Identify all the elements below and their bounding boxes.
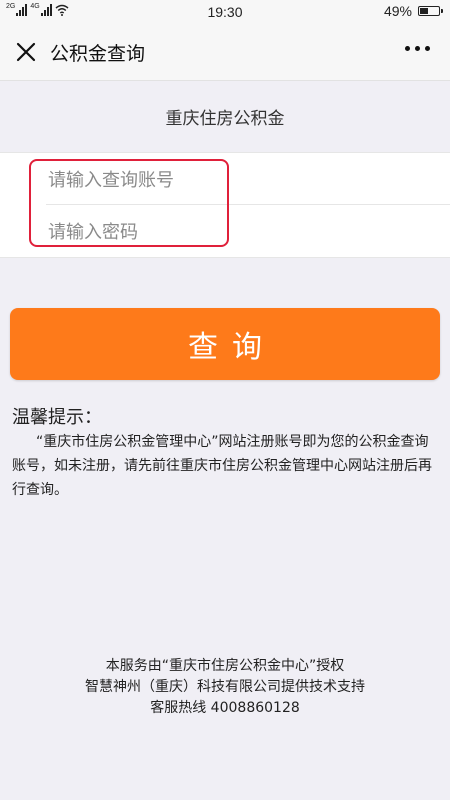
more-icon-dot <box>415 46 420 51</box>
footer-authorization: 本服务由“重庆市住房公积金中心”授权 <box>105 658 345 674</box>
battery-icon <box>418 6 443 16</box>
more-button[interactable] <box>405 46 430 51</box>
footer: 本服务由“重庆市住房公积金中心”授权 智慧神州（重庆）科技有限公司提供技术支持 … <box>0 656 450 719</box>
navigation-bar: 公积金查询 <box>0 24 450 81</box>
account-field-row <box>0 153 450 205</box>
page-title: 公积金查询 <box>50 43 146 65</box>
clock: 19:30 <box>207 4 243 20</box>
more-icon-dot <box>405 46 410 51</box>
tip-title: 温馨提示： <box>12 407 102 428</box>
battery-percent: 49% <box>383 3 412 19</box>
password-field-row <box>0 205 450 257</box>
service-subtitle: 重庆住房公积金 <box>165 109 285 129</box>
account-input[interactable] <box>46 165 430 195</box>
password-input[interactable] <box>46 217 430 247</box>
battery-status: 49% <box>383 3 443 19</box>
login-form <box>0 152 450 258</box>
footer-hotline: 客服热线 4008860128 <box>150 700 300 716</box>
status-bar: 2G 4G 19:30 49% <box>0 0 450 24</box>
close-icon <box>16 42 36 62</box>
query-button[interactable]: 查询 <box>10 308 440 380</box>
tip-body: “重庆市住房公积金管理中心”网站注册账号即为您的公积金查询账号，如未注册，请先前… <box>12 434 432 498</box>
footer-tech-support: 智慧神州（重庆）科技有限公司提供技术支持 <box>85 679 365 695</box>
close-button[interactable] <box>12 38 40 66</box>
more-icon-dot <box>425 46 430 51</box>
